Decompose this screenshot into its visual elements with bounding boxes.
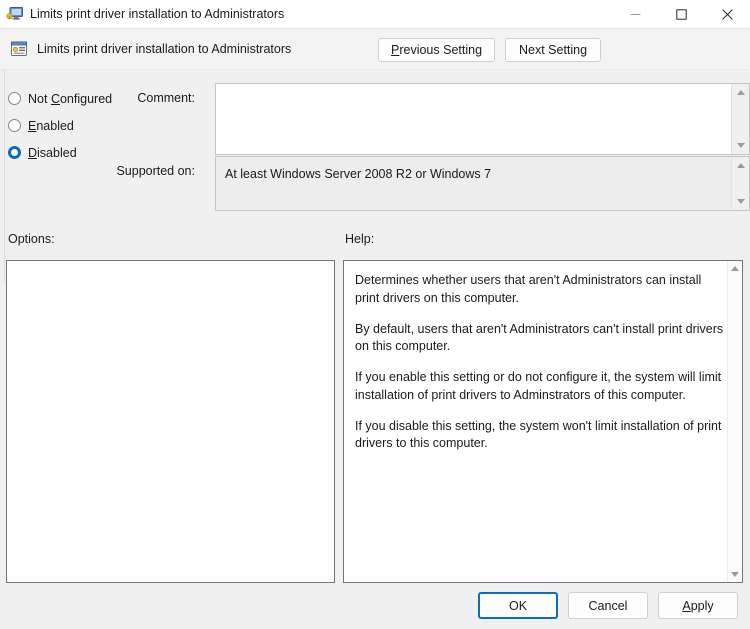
radio-label-enabled: Enabled: [28, 118, 74, 133]
apply-label: pply: [690, 598, 714, 613]
minimize-icon[interactable]: [612, 0, 658, 28]
help-text: Determines whether users that aren't Adm…: [344, 261, 742, 463]
comment-input[interactable]: [215, 83, 750, 155]
comment-scroll-up-icon[interactable]: [732, 84, 749, 101]
radio-mark-not-configured: [8, 92, 21, 105]
cancel-label: Cancel: [588, 598, 628, 613]
title-bar: Limits print driver installation to Admi…: [0, 0, 750, 29]
help-caption: Help:: [345, 232, 375, 246]
previous-setting-label: revious Setting: [399, 43, 483, 57]
radio-mark-enabled: [8, 119, 21, 132]
supported-on-value: At least Windows Server 2008 R2 or Windo…: [225, 167, 492, 181]
help-scroll-down-icon[interactable]: [731, 572, 739, 577]
previous-setting-accel: P: [391, 43, 400, 57]
comment-label: Comment:: [137, 91, 195, 105]
dialog-scroll-track[interactable]: [0, 70, 5, 282]
policy-setting-icon: [10, 40, 28, 58]
window-controls: [612, 0, 750, 28]
next-setting-button[interactable]: Next Setting: [505, 38, 602, 62]
cancel-button[interactable]: Cancel: [568, 592, 648, 619]
supported-on-scrollbar[interactable]: [731, 157, 749, 210]
navigation-buttons: Previous Setting Next Setting: [378, 38, 602, 62]
ok-label: OK: [508, 598, 528, 613]
window-title: Limits print driver installation to Admi…: [30, 7, 285, 21]
supported-on-scroll-down-icon[interactable]: [732, 193, 749, 210]
help-paragraph: If you enable this setting or do not con…: [355, 370, 722, 402]
supported-on-scroll-up-icon[interactable]: [732, 157, 749, 174]
options-pane-content: [7, 261, 334, 277]
help-paragraph: Determines whether users that aren't Adm…: [355, 273, 702, 305]
dialog-body: Not Configured Enabled Disabled Comment:…: [0, 70, 750, 629]
help-scrollbar[interactable]: [727, 261, 742, 582]
comment-scrollbar[interactable]: [731, 84, 749, 154]
setting-header: Limits print driver installation to Admi…: [0, 29, 750, 70]
apply-button[interactable]: Apply: [658, 592, 738, 619]
dialog-footer: OK Cancel Apply: [478, 592, 738, 619]
options-pane[interactable]: [6, 260, 335, 583]
policy-monitor-icon: [6, 5, 24, 23]
comment-value: [216, 84, 749, 100]
help-pane[interactable]: Determines whether users that aren't Adm…: [343, 260, 743, 583]
radio-label-disabled: Disabled: [28, 145, 77, 160]
comment-scroll-down-icon[interactable]: [732, 137, 749, 154]
maximize-icon[interactable]: [658, 0, 704, 28]
radio-mark-disabled: [8, 146, 21, 159]
next-setting-label: Next Setting: [518, 43, 588, 57]
ok-button[interactable]: OK: [478, 592, 558, 619]
help-paragraph: By default, users that aren't Administra…: [355, 321, 724, 354]
apply-accel: A: [682, 598, 691, 613]
supported-on-label: Supported on:: [116, 164, 195, 178]
help-scroll-up-icon[interactable]: [731, 266, 739, 271]
close-icon[interactable]: [704, 0, 750, 28]
radio-disabled[interactable]: Disabled: [8, 139, 128, 166]
setting-title: Limits print driver installation to Admi…: [37, 42, 292, 56]
previous-setting-button[interactable]: Previous Setting: [378, 38, 496, 62]
help-paragraph: If you disable this setting, the system …: [355, 418, 722, 451]
supported-on-field[interactable]: At least Windows Server 2008 R2 or Windo…: [215, 156, 750, 211]
options-caption: Options:: [8, 232, 55, 246]
radio-enabled[interactable]: Enabled: [8, 112, 128, 139]
